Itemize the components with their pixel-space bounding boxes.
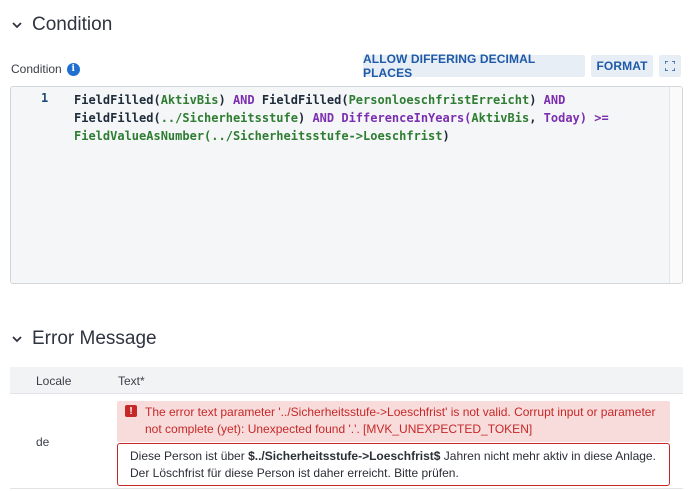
code-line[interactable]: FieldFilled(AktivBis) AND FieldFilled(Pe…	[74, 91, 565, 109]
text-parameter: $../Sicherheitsstufe->Loeschfrist$	[248, 449, 441, 463]
code-token: )	[218, 93, 233, 107]
code-token: AktivBis	[471, 111, 530, 125]
code-token: )	[529, 93, 544, 107]
line-number: 1	[41, 91, 49, 105]
condition-code-editor[interactable]: 1 FieldFilled(AktivBis) AND FieldFilled(…	[10, 86, 683, 284]
column-header-text: Text*	[118, 374, 145, 388]
validation-error-message: ! The error text parameter '../Sicherhei…	[117, 401, 670, 442]
allow-differing-decimal-places-button[interactable]: ALLOW DIFFERING DECIMAL PLACES	[363, 52, 585, 80]
column-header-locale: Locale	[36, 374, 72, 388]
locale-cell: de	[36, 435, 50, 449]
section-title: Error Message	[32, 328, 157, 349]
editor-scrollbar[interactable]	[669, 87, 682, 283]
code-token: FieldFilled(	[74, 111, 161, 125]
condition-section-header[interactable]: Condition	[10, 14, 112, 36]
chevron-down-icon[interactable]	[10, 332, 24, 346]
code-token: FieldFilled(	[254, 93, 349, 107]
condition-label: Condition i	[11, 62, 80, 76]
code-line[interactable]: FieldFilled(../Sicherheitsstufe) AND Dif…	[74, 109, 609, 127]
code-token: AktivBis	[160, 93, 219, 107]
code-token: ../Sicherheitsstufe->Loeschfrist	[211, 129, 443, 143]
error-text-value[interactable]: Diese Person ist über $../Sicherheitsstu…	[130, 448, 660, 482]
code-token: PersonloeschfristErreicht	[348, 93, 530, 107]
code-token: AND	[543, 93, 566, 107]
code-token: ../Sicherheitsstufe	[160, 111, 298, 125]
code-token: AND	[312, 111, 335, 125]
error-icon: !	[125, 405, 137, 417]
code-token: ) >=	[579, 111, 609, 125]
error-text-input[interactable]: Diese Person ist über $../Sicherheitsstu…	[117, 443, 670, 486]
format-button[interactable]: FORMAT	[591, 55, 653, 77]
expand-icon	[665, 61, 675, 71]
code-token: FieldValueAsNumber(	[74, 129, 212, 143]
chevron-down-icon[interactable]	[10, 18, 24, 32]
condition-label-text: Condition	[11, 62, 62, 76]
row-divider	[10, 488, 683, 489]
error-message-section-header[interactable]: Error Message	[10, 328, 157, 350]
expand-button[interactable]	[659, 55, 681, 77]
section-title: Condition	[32, 14, 113, 35]
validation-error-text: The error text parameter '../Sicherheits…	[145, 405, 656, 436]
code-line[interactable]: FieldValueAsNumber(../Sicherheitsstufe->…	[74, 127, 450, 145]
code-token: )	[442, 129, 450, 143]
code-token: )	[297, 111, 313, 125]
code-token: AND	[232, 93, 255, 107]
code-token: DifferenceInYears(	[334, 111, 472, 125]
code-token: ,	[529, 111, 544, 125]
info-icon[interactable]: i	[66, 62, 80, 76]
table-header: Locale Text*	[10, 367, 683, 394]
code-token: FieldFilled(	[74, 93, 161, 107]
text-part: Diese Person ist über	[130, 449, 249, 463]
code-token: Today	[543, 111, 580, 125]
